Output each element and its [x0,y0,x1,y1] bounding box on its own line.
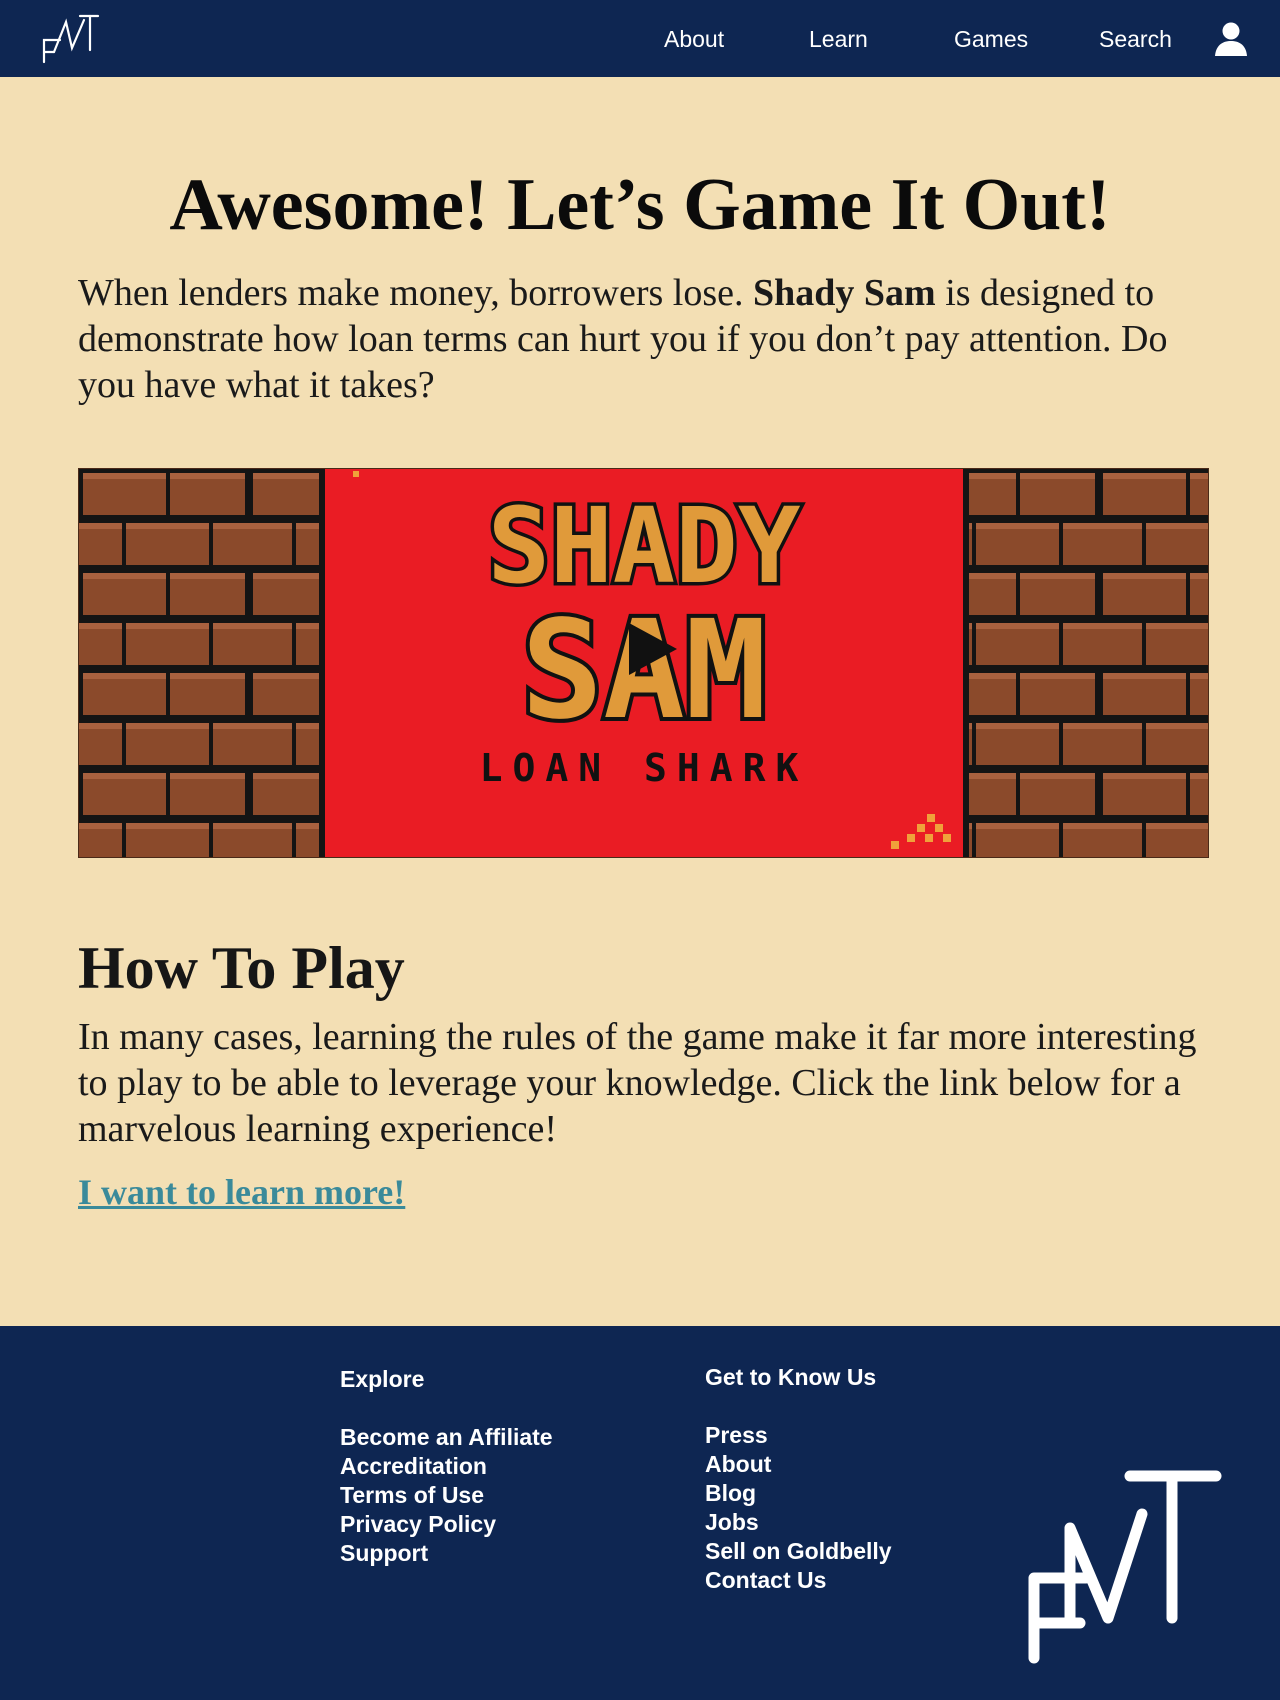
how-to-play-text: In many cases, learning the rules of the… [78,1016,1197,1150]
footer-link-privacy[interactable]: Privacy Policy [340,1510,553,1539]
footer-link-contact[interactable]: Contact Us [705,1566,892,1595]
footer-link-blog[interactable]: Blog [705,1479,892,1508]
nav-about-link[interactable]: About [664,26,724,53]
footer-link-sell-goldbelly[interactable]: Sell on Goldbelly [705,1537,892,1566]
game-title-line2: SAM [521,592,767,750]
fmt-logo-icon[interactable] [40,10,100,66]
footer-link-terms[interactable]: Terms of Use [340,1481,553,1510]
intro-game-name: Shady Sam [752,272,936,314]
nav-learn-link[interactable]: Learn [809,26,868,53]
footer-link-about[interactable]: About [705,1450,892,1479]
game-subtitle: LOAN SHARK [480,746,809,790]
fmt-logo-large-icon [1028,1470,1222,1664]
nav-games-link[interactable]: Games [954,26,1028,53]
learn-more-link[interactable]: I want to learn more! [78,1171,405,1213]
how-to-play-heading: How To Play [78,935,405,1001]
user-icon[interactable] [1212,20,1250,58]
right-brick-wall [965,469,1208,857]
top-navigation-bar: About Learn Games Search [0,0,1280,77]
footer-link-accreditation[interactable]: Accreditation [340,1452,553,1481]
footer-link-support[interactable]: Support [340,1539,553,1568]
footer-explore-heading: Explore [340,1366,425,1392]
footer-link-press[interactable]: Press [705,1421,892,1450]
nav-search-link[interactable]: Search [1099,26,1172,53]
footer-link-jobs[interactable]: Jobs [705,1508,892,1537]
footer-know-us-heading: Get to Know Us [705,1364,877,1390]
left-brick-wall [79,469,323,857]
game-title-line1: SHADY [487,485,800,607]
footer-know-us-links: Press About Blog Jobs Sell on Goldbelly … [705,1421,892,1595]
game-video-banner[interactable]: SHADY SAM LOAN SHARK [78,468,1209,858]
footer-explore-links: Become an Affiliate Accreditation Terms … [340,1423,553,1568]
intro-paragraph: When lenders make money, borrowers lose.… [78,270,1208,408]
page-title: Awesome! Let’s Game It Out! [169,164,1111,246]
intro-text-start: When lenders make money, borrowers lose. [78,272,753,314]
site-footer: Explore Become an Affiliate Accreditatio… [0,1326,1280,1700]
banner-artwork: SHADY SAM LOAN SHARK [79,469,1208,857]
footer-link-become-affiliate[interactable]: Become an Affiliate [340,1423,553,1452]
